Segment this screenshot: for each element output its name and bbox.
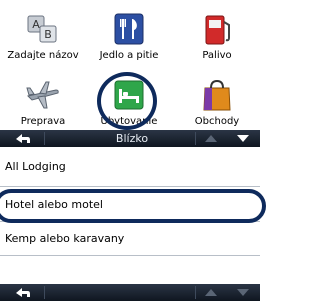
airplane-icon xyxy=(26,81,59,109)
fuel-pump-icon xyxy=(205,15,230,45)
fork-knife-icon xyxy=(114,13,144,45)
down-arrow-icon xyxy=(237,135,249,142)
list-item-label: All Lodging xyxy=(5,160,66,173)
back-arrow-icon xyxy=(16,134,30,143)
down-arrow-icon xyxy=(237,289,249,296)
svg-text:B: B xyxy=(44,28,52,41)
category-screen: A B Zadajte názov Jedlo a pitie Palivo P… xyxy=(0,0,260,147)
category-tile-palivo[interactable]: Palivo xyxy=(174,8,260,68)
up-arrow-icon xyxy=(205,135,217,142)
nav-divider xyxy=(44,286,45,299)
svg-text:A: A xyxy=(32,18,40,31)
back-arrow-icon xyxy=(16,288,30,297)
highlight-ring xyxy=(97,72,157,130)
category-label: Obchody xyxy=(194,116,240,127)
shopping-bag-icon xyxy=(203,79,231,111)
bottom-nav-bar: Blízko xyxy=(0,130,260,147)
up-arrow-icon xyxy=(205,289,217,296)
list-item[interactable]: All Lodging xyxy=(0,152,260,183)
category-label: Jedlo a pitie xyxy=(99,50,159,61)
nav-title: Blízko xyxy=(115,132,149,145)
back-button[interactable] xyxy=(0,130,44,147)
scroll-up-button[interactable] xyxy=(196,284,226,301)
category-tile-zadajte-nazov[interactable]: A B Zadajte názov xyxy=(0,8,86,68)
ab-blocks-icon: A B xyxy=(27,15,57,43)
highlight-ring xyxy=(0,189,266,223)
category-tile-preprava[interactable]: Preprava xyxy=(0,74,86,134)
category-tile-jedlo-a-pitie[interactable]: Jedlo a pitie xyxy=(86,8,172,68)
bottom-nav-bar xyxy=(0,284,260,301)
list-item[interactable]: Kemp alebo karavany xyxy=(0,224,260,255)
list-divider xyxy=(0,255,260,256)
back-button[interactable] xyxy=(0,284,44,301)
scroll-down-button[interactable] xyxy=(228,284,258,301)
scroll-down-button[interactable] xyxy=(228,130,258,147)
nav-divider xyxy=(44,132,45,145)
category-label: Preprava xyxy=(20,116,66,127)
scroll-up-button[interactable] xyxy=(196,130,226,147)
category-label: Palivo xyxy=(202,50,232,61)
lodging-list-screen: All Lodging Hotel alebo motel Kemp alebo… xyxy=(0,152,266,301)
list-item-label: Kemp alebo karavany xyxy=(5,232,125,245)
category-label: Zadajte názov xyxy=(7,50,79,61)
list-divider xyxy=(0,186,260,187)
category-tile-obchody[interactable]: Obchody xyxy=(174,74,260,134)
